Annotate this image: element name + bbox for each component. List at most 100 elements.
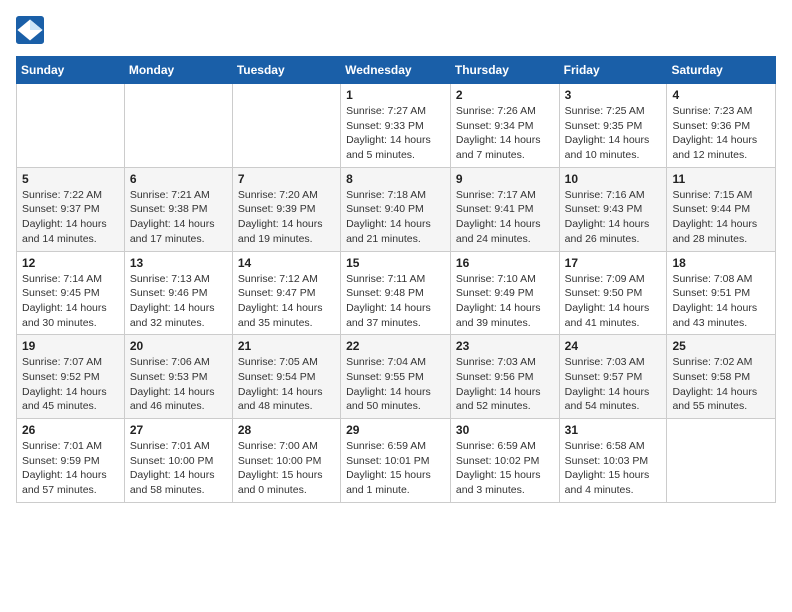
day-number: 8	[346, 172, 445, 186]
day-info: Sunrise: 7:04 AM Sunset: 9:55 PM Dayligh…	[346, 355, 445, 414]
calendar-week-row: 1Sunrise: 7:27 AM Sunset: 9:33 PM Daylig…	[17, 84, 776, 168]
weekday-header: Tuesday	[232, 57, 340, 84]
day-info: Sunrise: 7:12 AM Sunset: 9:47 PM Dayligh…	[238, 272, 335, 331]
calendar-cell: 30 Sunrise: 6:59 AM Sunset: 10:02 PM Dayl…	[450, 419, 559, 503]
page-header	[16, 16, 776, 44]
day-info: Sunrise: 7:22 AM Sunset: 9:37 PM Dayligh…	[22, 188, 119, 247]
day-number: 4	[672, 88, 770, 102]
calendar-cell: 4 Sunrise: 7:23 AM Sunset: 9:36 PM Daylig…	[667, 84, 776, 168]
calendar-cell: 24 Sunrise: 7:03 AM Sunset: 9:57 PM Dayli…	[559, 335, 667, 419]
day-number: 12	[22, 256, 119, 270]
day-info: Sunrise: 7:11 AM Sunset: 9:48 PM Dayligh…	[346, 272, 445, 331]
weekday-header: Thursday	[450, 57, 559, 84]
calendar-cell: 29Sunrise: 6:59 AM Sunset: 10:01 PM Dayl…	[341, 419, 451, 503]
calendar-cell: 19 Sunrise: 7:07 AM Sunset: 9:52 PM Dayli…	[17, 335, 125, 419]
logo	[16, 16, 48, 44]
day-info: Sunrise: 7:21 AM Sunset: 9:38 PM Dayligh…	[130, 188, 227, 247]
day-number: 14	[238, 256, 335, 270]
calendar-cell: 22 Sunrise: 7:04 AM Sunset: 9:55 PM Dayli…	[341, 335, 451, 419]
day-info: Sunrise: 7:26 AM Sunset: 9:34 PM Dayligh…	[456, 104, 554, 163]
calendar-week-row: 5 Sunrise: 7:22 AM Sunset: 9:37 PM Daylig…	[17, 167, 776, 251]
day-info: Sunrise: 7:09 AM Sunset: 9:50 PM Dayligh…	[565, 272, 662, 331]
logo-icon	[16, 16, 44, 44]
day-info: Sunrise: 7:00 AM Sunset: 10:00 PM Daylig…	[238, 439, 335, 498]
calendar-cell: 13 Sunrise: 7:13 AM Sunset: 9:46 PM Dayli…	[124, 251, 232, 335]
day-info: Sunrise: 7:25 AM Sunset: 9:35 PM Dayligh…	[565, 104, 662, 163]
calendar-cell	[17, 84, 125, 168]
day-info: Sunrise: 6:59 AM Sunset: 10:02 PM Daylig…	[456, 439, 554, 498]
day-number: 6	[130, 172, 227, 186]
calendar-cell: 31 Sunrise: 6:58 AM Sunset: 10:03 PM Dayl…	[559, 419, 667, 503]
day-info: Sunrise: 7:10 AM Sunset: 9:49 PM Dayligh…	[456, 272, 554, 331]
day-number: 9	[456, 172, 554, 186]
day-info: Sunrise: 7:07 AM Sunset: 9:52 PM Dayligh…	[22, 355, 119, 414]
day-number: 5	[22, 172, 119, 186]
day-info: Sunrise: 7:17 AM Sunset: 9:41 PM Dayligh…	[456, 188, 554, 247]
calendar-cell	[667, 419, 776, 503]
day-info: Sunrise: 7:08 AM Sunset: 9:51 PM Dayligh…	[672, 272, 770, 331]
calendar-cell: 5 Sunrise: 7:22 AM Sunset: 9:37 PM Daylig…	[17, 167, 125, 251]
day-number: 17	[565, 256, 662, 270]
day-number: 15	[346, 256, 445, 270]
day-info: Sunrise: 7:01 AM Sunset: 10:00 PM Daylig…	[130, 439, 227, 498]
day-info: Sunrise: 7:23 AM Sunset: 9:36 PM Dayligh…	[672, 104, 770, 163]
day-number: 11	[672, 172, 770, 186]
day-number: 2	[456, 88, 554, 102]
day-info: Sunrise: 7:20 AM Sunset: 9:39 PM Dayligh…	[238, 188, 335, 247]
calendar-cell: 17 Sunrise: 7:09 AM Sunset: 9:50 PM Dayli…	[559, 251, 667, 335]
day-number: 20	[130, 339, 227, 353]
day-number: 13	[130, 256, 227, 270]
day-info: Sunrise: 7:14 AM Sunset: 9:45 PM Dayligh…	[22, 272, 119, 331]
calendar-cell: 27 Sunrise: 7:01 AM Sunset: 10:00 PM Dayl…	[124, 419, 232, 503]
day-number: 26	[22, 423, 119, 437]
day-info: Sunrise: 7:15 AM Sunset: 9:44 PM Dayligh…	[672, 188, 770, 247]
calendar-cell: 10Sunrise: 7:16 AM Sunset: 9:43 PM Dayli…	[559, 167, 667, 251]
calendar-cell: 23Sunrise: 7:03 AM Sunset: 9:56 PM Dayli…	[450, 335, 559, 419]
day-number: 27	[130, 423, 227, 437]
day-number: 30	[456, 423, 554, 437]
day-number: 22	[346, 339, 445, 353]
day-info: Sunrise: 7:18 AM Sunset: 9:40 PM Dayligh…	[346, 188, 445, 247]
day-info: Sunrise: 7:06 AM Sunset: 9:53 PM Dayligh…	[130, 355, 227, 414]
day-number: 18	[672, 256, 770, 270]
day-number: 16	[456, 256, 554, 270]
calendar-table: SundayMondayTuesdayWednesdayThursdayFrid…	[16, 56, 776, 503]
calendar-cell	[232, 84, 340, 168]
calendar-week-row: 26 Sunrise: 7:01 AM Sunset: 9:59 PM Dayli…	[17, 419, 776, 503]
weekday-header: Monday	[124, 57, 232, 84]
calendar-cell: 7Sunrise: 7:20 AM Sunset: 9:39 PM Daylig…	[232, 167, 340, 251]
calendar-cell	[124, 84, 232, 168]
day-info: Sunrise: 7:27 AM Sunset: 9:33 PM Dayligh…	[346, 104, 445, 163]
calendar-cell: 14 Sunrise: 7:12 AM Sunset: 9:47 PM Dayli…	[232, 251, 340, 335]
calendar-cell: 21Sunrise: 7:05 AM Sunset: 9:54 PM Dayli…	[232, 335, 340, 419]
day-info: Sunrise: 6:58 AM Sunset: 10:03 PM Daylig…	[565, 439, 662, 498]
day-info: Sunrise: 7:02 AM Sunset: 9:58 PM Dayligh…	[672, 355, 770, 414]
calendar-cell: 11 Sunrise: 7:15 AM Sunset: 9:44 PM Dayli…	[667, 167, 776, 251]
day-number: 24	[565, 339, 662, 353]
day-number: 19	[22, 339, 119, 353]
day-number: 21	[238, 339, 335, 353]
day-info: Sunrise: 7:13 AM Sunset: 9:46 PM Dayligh…	[130, 272, 227, 331]
calendar-cell: 9 Sunrise: 7:17 AM Sunset: 9:41 PM Daylig…	[450, 167, 559, 251]
calendar-cell: 26 Sunrise: 7:01 AM Sunset: 9:59 PM Dayli…	[17, 419, 125, 503]
calendar-cell: 25 Sunrise: 7:02 AM Sunset: 9:58 PM Dayli…	[667, 335, 776, 419]
calendar-cell: 28 Sunrise: 7:00 AM Sunset: 10:00 PM Dayl…	[232, 419, 340, 503]
day-number: 31	[565, 423, 662, 437]
calendar-week-row: 19 Sunrise: 7:07 AM Sunset: 9:52 PM Dayli…	[17, 335, 776, 419]
calendar-cell: 18 Sunrise: 7:08 AM Sunset: 9:51 PM Dayli…	[667, 251, 776, 335]
day-info: Sunrise: 7:01 AM Sunset: 9:59 PM Dayligh…	[22, 439, 119, 498]
calendar-cell: 16 Sunrise: 7:10 AM Sunset: 9:49 PM Dayli…	[450, 251, 559, 335]
weekday-header: Wednesday	[341, 57, 451, 84]
calendar-header-row: SundayMondayTuesdayWednesdayThursdayFrid…	[17, 57, 776, 84]
weekday-header: Saturday	[667, 57, 776, 84]
weekday-header: Sunday	[17, 57, 125, 84]
day-number: 10	[565, 172, 662, 186]
day-info: Sunrise: 7:03 AM Sunset: 9:57 PM Dayligh…	[565, 355, 662, 414]
calendar-cell: 6 Sunrise: 7:21 AM Sunset: 9:38 PM Daylig…	[124, 167, 232, 251]
day-number: 3	[565, 88, 662, 102]
day-number: 25	[672, 339, 770, 353]
calendar-week-row: 12 Sunrise: 7:14 AM Sunset: 9:45 PM Dayli…	[17, 251, 776, 335]
day-number: 28	[238, 423, 335, 437]
calendar-cell: 2 Sunrise: 7:26 AM Sunset: 9:34 PM Daylig…	[450, 84, 559, 168]
calendar-cell: 3 Sunrise: 7:25 AM Sunset: 9:35 PM Daylig…	[559, 84, 667, 168]
